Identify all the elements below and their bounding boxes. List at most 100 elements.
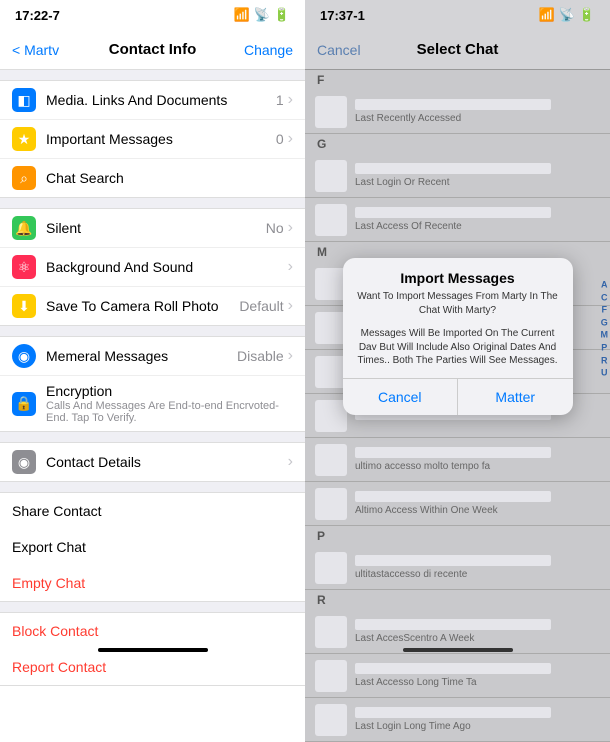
chat-subtitle: Altimo Access Within One Week [355, 505, 600, 516]
avatar [315, 616, 347, 648]
index-letter[interactable]: A [601, 279, 609, 292]
chevron-right-icon: › [288, 297, 293, 315]
report-contact-button[interactable]: Report Contact [0, 649, 305, 685]
lock-icon: 🔒 [12, 392, 36, 416]
index-letter[interactable]: M [601, 329, 609, 342]
chat-subtitle: Last Accesso Long Time Ta [355, 677, 600, 688]
modal-text1: Want To Import Messages From Marty In Th… [343, 290, 573, 327]
section-details: ◉ Contact Details › [0, 442, 305, 482]
chat-info: ultimo accesso molto tempo fa [355, 447, 600, 472]
chat-info: Last Accesso Long Time Ta [355, 663, 600, 688]
chat-row[interactable]: ultitastaccesso di recente [305, 546, 610, 590]
status-time: 17:22-7 [15, 8, 60, 23]
row-label: Background And Sound [46, 259, 288, 275]
battery-icon: 🔋 [274, 7, 290, 23]
row-label: Encryption [46, 383, 293, 399]
row-important[interactable]: ★ Important Messages 0 › [0, 120, 305, 159]
avatar [315, 160, 347, 192]
chat-name-placeholder [355, 707, 551, 718]
row-search[interactable]: ⌕ Chat Search [0, 159, 305, 197]
row-silent[interactable]: 🔔 Silent No › [0, 209, 305, 248]
home-indicator[interactable] [403, 648, 513, 652]
import-modal: Import Messages Want To Import Messages … [343, 258, 573, 415]
chat-subtitle: Last Recently Accessed [355, 113, 600, 124]
index-letter[interactable]: F [601, 304, 609, 317]
nav-title: Select Chat [372, 41, 543, 58]
left-screen: 17:22-7 📶 📡 🔋 < Martv Contact Info Chang… [0, 0, 305, 658]
alpha-index[interactable]: ACFGMPRU [601, 279, 609, 380]
export-chat-button[interactable]: Export Chat [0, 529, 305, 565]
section-privacy: ◉ Memeral Messages Disable › 🔒 Encryptio… [0, 336, 305, 432]
chat-row[interactable]: ultimo accesso molto tempo fa [305, 438, 610, 482]
chat-subtitle: Last AccesScentro A Week [355, 633, 600, 644]
empty-chat-button[interactable]: Empty Chat [0, 565, 305, 601]
home-indicator[interactable] [98, 648, 208, 652]
status-icons: 📶 📡 🔋 [538, 7, 595, 23]
avatar [315, 660, 347, 692]
chat-row[interactable]: Altimo Access Within One Week [305, 482, 610, 526]
timer-icon: ◉ [12, 344, 36, 368]
row-media[interactable]: ◧ Media. Links And Documents 1 › [0, 81, 305, 120]
chat-info: Altimo Access Within One Week [355, 491, 600, 516]
right-screen: 17:37-1 📶 📡 🔋 Cancel Select Chat F Last R… [305, 0, 610, 658]
block-contact-button[interactable]: Block Contact [0, 613, 305, 649]
signal-icon: 📶 [233, 7, 249, 23]
status-bar: 17:37-1 📶 📡 🔋 [305, 0, 610, 30]
index-letter[interactable]: U [601, 367, 609, 380]
chat-info: ultitastaccesso di recente [355, 555, 600, 580]
avatar [315, 204, 347, 236]
change-button[interactable]: Change [238, 42, 293, 58]
modal-confirm-button[interactable]: Matter [458, 379, 573, 415]
nav-bar: Cancel Select Chat [305, 30, 610, 70]
avatar [315, 488, 347, 520]
chat-subtitle: ultitastaccesso di recente [355, 569, 600, 580]
battery-icon: 🔋 [579, 7, 595, 23]
back-button[interactable]: < Martv [12, 42, 67, 58]
row-label: Media. Links And Documents [46, 92, 276, 108]
row-details[interactable]: ◉ Contact Details › [0, 443, 305, 481]
chat-name-placeholder [355, 99, 551, 110]
download-icon: ⬇ [12, 294, 36, 318]
chat-row[interactable]: Last Access Of Recente [305, 198, 610, 242]
chat-row[interactable]: Last Login Or Recent [305, 154, 610, 198]
row-label: Memeral Messages [46, 348, 237, 364]
bell-icon: 🔔 [12, 216, 36, 240]
avatar [315, 444, 347, 476]
row-background[interactable]: ⚛ Background And Sound › [0, 248, 305, 287]
chat-info: Last Login Or Recent [355, 163, 600, 188]
status-time: 17:37-1 [320, 8, 365, 23]
status-icons: 📶 📡 🔋 [233, 7, 290, 23]
row-label: Save To Camera Roll Photo [46, 298, 239, 314]
chat-row[interactable]: Last Accesso Long Time Ta [305, 654, 610, 698]
row-value: No [266, 220, 284, 236]
nav-title: Contact Info [67, 41, 238, 58]
row-subtitle: Calls And Messages Are End-to-end Encrvo… [46, 400, 293, 424]
index-letter[interactable]: P [601, 342, 609, 355]
wifi-icon: 📡 [559, 7, 575, 23]
chat-name-placeholder [355, 491, 551, 502]
modal-title: Import Messages [343, 258, 573, 290]
share-contact-button[interactable]: Share Contact [0, 493, 305, 529]
chat-row[interactable]: Last Recently Accessed [305, 90, 610, 134]
row-encryption[interactable]: 🔒 Encryption Calls And Messages Are End-… [0, 376, 305, 431]
avatar [315, 704, 347, 736]
wifi-icon: 📡 [254, 7, 270, 23]
chat-name-placeholder [355, 619, 551, 630]
chevron-right-icon: › [288, 219, 293, 237]
index-letter[interactable]: G [601, 316, 609, 329]
group-header: F [305, 70, 610, 90]
modal-cancel-button[interactable]: Cancel [343, 379, 459, 415]
index-letter[interactable]: C [601, 291, 609, 304]
index-letter[interactable]: R [601, 354, 609, 367]
group-header: R [305, 590, 610, 610]
section-media: ◧ Media. Links And Documents 1 › ★ Impor… [0, 80, 305, 198]
chat-row[interactable]: Last Login Long Time Ago [305, 698, 610, 742]
chat-info: Last Login Long Time Ago [355, 707, 600, 732]
row-save[interactable]: ⬇ Save To Camera Roll Photo Default › [0, 287, 305, 325]
chevron-right-icon: › [288, 258, 293, 276]
row-ephemeral[interactable]: ◉ Memeral Messages Disable › [0, 337, 305, 376]
avatar [315, 96, 347, 128]
row-label: Important Messages [46, 131, 276, 147]
cancel-button[interactable]: Cancel [317, 42, 372, 58]
chat-name-placeholder [355, 663, 551, 674]
